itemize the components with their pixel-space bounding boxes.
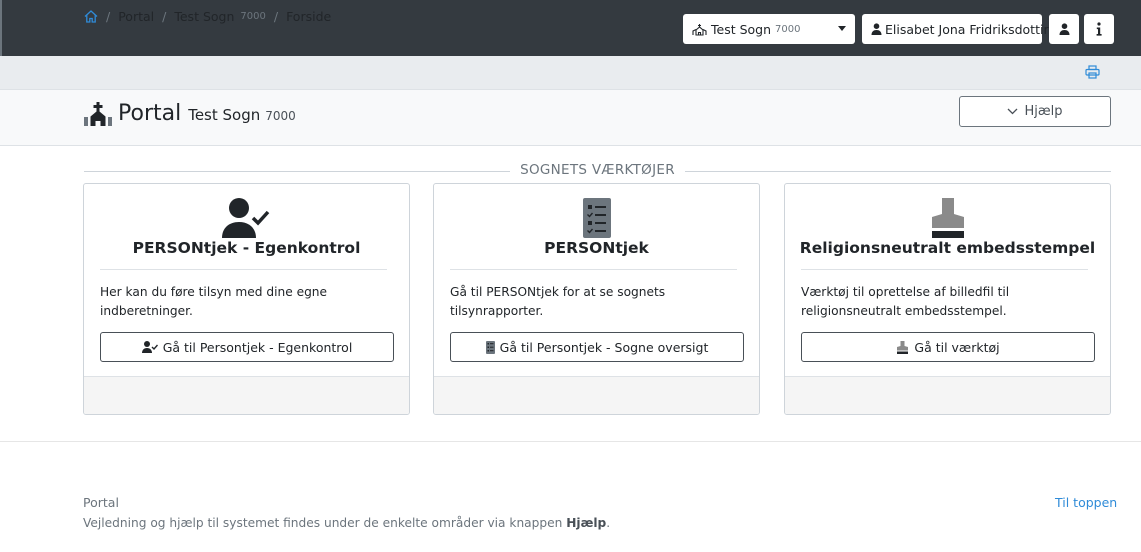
checklist-icon <box>485 340 495 354</box>
help-button[interactable]: Hjælp <box>959 96 1111 127</box>
card-title: PERSONtjek - Egenkontrol <box>132 239 361 257</box>
breadcrumb-separator: / <box>106 9 111 24</box>
stamp-icon <box>785 198 1110 240</box>
breadcrumb-current: Forside <box>286 9 332 24</box>
home-icon[interactable] <box>84 10 98 23</box>
user-menu-button[interactable]: Elisabet Jona Fridriksdottir <box>862 14 1049 44</box>
checklist-icon <box>434 198 759 240</box>
tool-card-embedsstempel: Religionsneutralt embedsstempel Værktøj … <box>784 183 1111 415</box>
breadcrumb-parish-number: 7000 <box>240 11 266 22</box>
card-title: Religionsneutralt embedsstempel <box>799 239 1096 257</box>
profile-button[interactable] <box>1049 14 1079 44</box>
breadcrumb-portal[interactable]: Portal <box>118 9 154 24</box>
breadcrumb-separator: / <box>273 9 279 24</box>
card-button-label: Gå til Persontjek - Egenkontrol <box>162 339 353 355</box>
breadcrumb: / Portal / Test Sogn 7000 / Forside <box>84 9 331 24</box>
info-icon <box>1096 22 1102 36</box>
card-footer <box>84 376 409 414</box>
breadcrumb-separator: / <box>162 9 167 24</box>
print-icon[interactable] <box>1085 65 1100 79</box>
card-button-label: Gå til værktøj <box>914 339 1000 355</box>
card-button-label: Gå til Persontjek - Sogne oversigt <box>499 339 709 355</box>
card-description: Værktøj til oprettelse af billedfil til … <box>801 285 1010 318</box>
chevron-down-icon <box>838 26 846 31</box>
navbar-edge <box>0 0 2 56</box>
user-icon <box>1059 23 1070 35</box>
page-title-parish: Test Sogn <box>188 106 261 124</box>
church-icon <box>84 101 112 126</box>
section-title: SOGNETS VÆRKTØJER <box>84 162 1111 178</box>
goto-egenkontrol-button[interactable]: Gå til Persontjek - Egenkontrol <box>100 332 394 362</box>
card-footer <box>434 376 759 414</box>
help-button-label: Hjælp <box>1024 104 1063 119</box>
page-title-text: Portal <box>118 101 182 126</box>
footer-title: Portal <box>83 495 119 510</box>
parish-select-name: Test Sogn <box>711 21 772 37</box>
user-icon <box>871 23 882 35</box>
parish-select-number: 7000 <box>775 23 801 35</box>
footer-help-text-prefix: Vejledning og hjælp til systemet findes … <box>83 516 563 530</box>
parish-icon <box>692 23 707 36</box>
page-title: Portal Test Sogn 7000 <box>84 101 296 126</box>
breadcrumb-bar <box>0 56 1141 90</box>
chevron-down-icon <box>1007 108 1018 115</box>
goto-sogne-oversigt-button[interactable]: Gå til Persontjek - Sogne oversigt <box>450 332 744 362</box>
back-to-top-link[interactable]: Til toppen <box>1055 495 1117 510</box>
footer-help-text-suffix: . <box>606 516 611 530</box>
card-divider <box>450 269 737 270</box>
info-button[interactable] <box>1084 14 1114 44</box>
tool-card-egenkontrol: PERSONtjek - Egenkontrol Her kan du føre… <box>83 183 410 415</box>
footer-divider <box>0 441 1141 442</box>
card-description: Her kan du føre tilsyn med dine egne ind… <box>100 285 328 318</box>
stamp-icon <box>896 340 909 354</box>
user-check-icon <box>141 341 158 353</box>
user-check-icon <box>84 198 409 240</box>
goto-stamp-tool-button[interactable]: Gå til værktøj <box>801 332 1095 362</box>
footer-help-text: Vejledning og hjælp til systemet findes … <box>83 516 610 530</box>
breadcrumb-parish[interactable]: Test Sogn <box>174 9 234 24</box>
card-description: Gå til PERSONtjek for at se sognets tils… <box>450 285 666 318</box>
card-footer <box>785 376 1110 414</box>
card-title: PERSONtjek <box>544 239 649 257</box>
page-title-parish-number: 7000 <box>265 109 296 123</box>
footer-help-text-bold: Hjælp <box>566 516 607 530</box>
user-name: Elisabet Jona Fridriksdottir <box>885 21 1049 37</box>
parish-select[interactable]: Test Sogn 7000 <box>683 14 855 44</box>
section-title-text: SOGNETS VÆRKTØJER <box>510 162 685 178</box>
tool-card-persontjek: PERSONtjek Gå til PERSONtjek for at se s… <box>433 183 760 415</box>
card-divider <box>100 269 387 270</box>
card-divider <box>801 269 1088 270</box>
